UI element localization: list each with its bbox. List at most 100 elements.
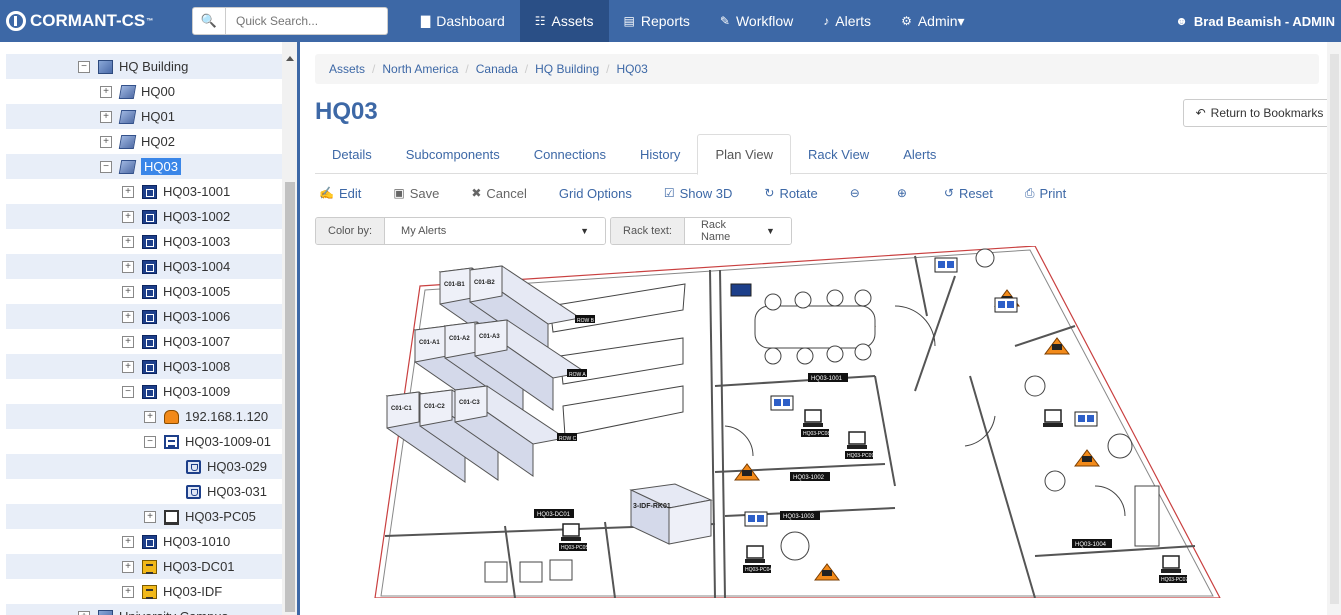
quick-search-input[interactable] — [226, 7, 388, 35]
tree-node[interactable]: + HQ03-1002 — [6, 204, 282, 229]
brand-logo[interactable]: CORMANT-CS ™ — [0, 0, 190, 42]
breadcrumb-item[interactable]: North America — [382, 62, 458, 76]
scroll-up-arrow-icon[interactable] — [286, 56, 294, 61]
device-label: HQ03-PC09 — [847, 453, 874, 459]
tab-details[interactable]: Details — [315, 134, 389, 174]
tree-node[interactable]: + HQ03-PC05 — [6, 504, 282, 529]
color-by-select[interactable]: My Alerts ▼ — [385, 218, 606, 244]
tab-alerts[interactable]: Alerts — [886, 134, 953, 174]
tree-node[interactable]: + HQ02 — [6, 129, 282, 154]
tree-node[interactable]: + HQ03-1004 — [6, 254, 282, 279]
expand-toggle-icon[interactable]: + — [78, 610, 90, 615]
breadcrumb-item[interactable]: HQ03 — [617, 62, 648, 76]
nav-admin[interactable]: ⚙ Admin ▾ — [886, 0, 979, 42]
tab-connections[interactable]: Connections — [517, 134, 623, 174]
pc-icon — [164, 509, 179, 525]
expand-toggle-icon[interactable]: + — [122, 335, 134, 348]
collapse-toggle-icon[interactable]: − — [78, 60, 90, 73]
tree-node[interactable]: HQ03-031 — [6, 479, 282, 504]
asset-tabs: Details Subcomponents Connections History Pl… — [315, 134, 1335, 175]
tab-history[interactable]: History — [623, 134, 697, 174]
tree-node[interactable]: + HQ03-1003 — [6, 229, 282, 254]
collapse-toggle-icon[interactable]: − — [144, 435, 156, 448]
tree-node[interactable]: − HQ Building — [6, 54, 282, 79]
reset-button[interactable]: ↺ Reset — [944, 186, 993, 201]
tree-node[interactable]: + HQ03-1005 — [6, 279, 282, 304]
tree-node[interactable]: + HQ03-1008 — [6, 354, 282, 379]
tab-plan-view[interactable]: Plan View — [697, 134, 792, 175]
nav-reports[interactable]: ▤ Reports — [609, 0, 705, 42]
rotate-button[interactable]: ↻ Rotate — [764, 186, 817, 201]
expand-toggle-icon[interactable]: + — [100, 135, 112, 148]
tab-subcomponents[interactable]: Subcomponents — [389, 134, 517, 174]
show-3d-button[interactable]: ☑ Show 3D — [664, 186, 733, 201]
collapse-toggle-icon[interactable]: − — [100, 160, 112, 173]
tree-node[interactable]: HQ03-029 — [6, 454, 282, 479]
tree-node[interactable]: − HQ03-1009 — [6, 379, 282, 404]
expand-toggle-icon[interactable]: + — [122, 285, 134, 298]
expand-toggle-icon[interactable]: + — [122, 235, 134, 248]
floor-plan-canvas[interactable]: C01-B1 C01-B2 C01-A1 C01-A2 C01-A3 C01-C1 C01-… — [315, 246, 1337, 598]
tab-rack-view[interactable]: Rack View — [791, 134, 886, 174]
nav-dashboard[interactable]: ▇ Dashboard — [406, 0, 520, 42]
nav-alerts[interactable]: ♪ Alerts — [808, 0, 886, 42]
main-scrollbar[interactable] — [1327, 42, 1341, 615]
zoom-in-button[interactable]: ⊕ — [897, 186, 912, 200]
search-button[interactable]: 🔍 — [192, 7, 226, 35]
cancel-button[interactable]: ✖ Cancel — [471, 186, 527, 201]
tree-node[interactable]: + HQ03-DC01 — [6, 554, 282, 579]
grid-options-button[interactable]: Grid Options — [559, 186, 632, 201]
collapse-toggle-icon[interactable]: − — [122, 385, 134, 398]
expand-toggle-icon[interactable]: + — [122, 585, 134, 598]
rack-text-select[interactable]: Rack Name ▼ — [684, 218, 791, 244]
nav-workflow[interactable]: ✎ Workflow — [705, 0, 808, 42]
expand-toggle-icon[interactable]: + — [122, 560, 134, 573]
expand-toggle-icon[interactable]: + — [122, 260, 134, 273]
network-port-icon[interactable] — [770, 395, 794, 411]
tree-node[interactable]: + HQ03-1001 — [6, 179, 282, 204]
breadcrumb-item[interactable]: HQ Building — [535, 62, 599, 76]
network-port-icon[interactable] — [934, 257, 958, 273]
breadcrumb-item[interactable]: Canada — [476, 62, 518, 76]
expand-toggle-icon[interactable]: + — [144, 410, 156, 423]
expand-toggle-icon[interactable]: + — [122, 535, 134, 548]
edit-button[interactable]: ✍ Edit — [319, 186, 361, 201]
tree-node[interactable]: − HQ03 — [6, 154, 282, 179]
main-scroll-thumb[interactable] — [1330, 54, 1339, 604]
user-menu[interactable]: ☻ Brad Beamish - ADMIN — [1175, 0, 1335, 42]
network-port-icon[interactable] — [1074, 411, 1098, 427]
tree-node[interactable]: − HQ03-1009-01 — [6, 429, 282, 454]
expand-toggle-icon[interactable]: + — [100, 110, 112, 123]
tree-node[interactable]: + HQ00 — [6, 79, 282, 104]
tree-node[interactable]: + University Campus — [6, 604, 282, 615]
network-port-icon[interactable] — [744, 511, 768, 527]
nav-assets[interactable]: ☷ Assets — [519, 0, 609, 42]
return-to-bookmarks-button[interactable]: ↶ Return to Bookmarks — [1183, 99, 1336, 127]
monitor — [562, 523, 580, 537]
save-button[interactable]: ▣ Save — [393, 186, 439, 201]
expand-toggle-icon[interactable]: + — [122, 310, 134, 323]
expand-toggle-icon[interactable]: + — [100, 85, 112, 98]
tree-node[interactable]: + HQ03-1007 — [6, 329, 282, 354]
tree-scrollbar[interactable] — [282, 42, 297, 615]
expand-toggle-icon[interactable]: + — [122, 360, 134, 373]
tree-node[interactable]: + HQ03-IDF — [6, 579, 282, 604]
asset-tree-panel: − HQ Building + HQ00 + HQ01 + HQ02 − HQ03 + HQ03-10… — [0, 42, 300, 615]
tree-node[interactable]: + HQ03-1010 — [6, 529, 282, 554]
tree-node-label: HQ03-1009-01 — [185, 434, 271, 449]
tree-node[interactable]: + HQ01 — [6, 104, 282, 129]
tree-node[interactable]: +192.168.1.120 — [6, 404, 282, 429]
breadcrumb-item[interactable]: Assets — [329, 62, 365, 76]
zoom-out-button[interactable]: ⊖ — [850, 186, 865, 200]
network-port-icon[interactable] — [994, 297, 1018, 313]
tree-node-label: HQ03-1001 — [163, 184, 231, 199]
tree-scroll-thumb[interactable] — [285, 182, 295, 612]
tree-node[interactable]: + HQ03-1006 — [6, 304, 282, 329]
print-button[interactable]: ⎙ Print — [1025, 186, 1066, 201]
expand-toggle-icon[interactable]: + — [144, 510, 156, 523]
expand-toggle-icon[interactable]: + — [122, 185, 134, 198]
expand-toggle-icon[interactable]: + — [122, 210, 134, 223]
phone-body — [1082, 456, 1092, 462]
workstation-icon[interactable] — [1043, 409, 1063, 427]
floor-plan-view[interactable]: C01-B1 C01-B2 C01-A1 C01-A2 C01-A3 C01-C1 C01-… — [315, 246, 1337, 598]
